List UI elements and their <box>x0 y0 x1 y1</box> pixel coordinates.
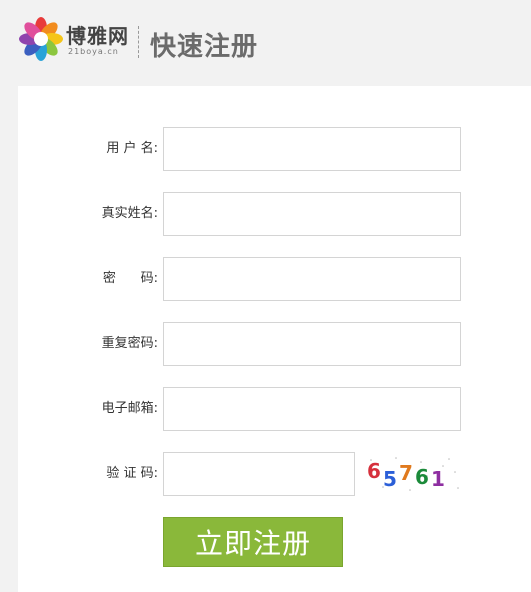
site-logo[interactable]: 博雅网 21boya.cn <box>18 16 130 61</box>
captcha-digit: 6 <box>415 465 429 489</box>
header-divider <box>138 26 140 58</box>
captcha-digit: 1 <box>431 467 445 491</box>
email-input[interactable] <box>163 387 461 431</box>
captcha-input[interactable] <box>163 452 355 496</box>
email-row: 电子邮箱: <box>18 387 531 431</box>
captcha-row: 验 证 码: 6 5 7 6 1 <box>18 452 531 496</box>
captcha-image[interactable]: 6 5 7 6 1 <box>363 454 463 494</box>
registration-form: 用 户 名: 真实姓名: 密 码: 重复密码: 电子邮箱: 验 证 码: 6 5… <box>18 86 531 592</box>
logo-domain: 21boya.cn <box>68 47 119 56</box>
confirm-password-label: 重复密码: <box>101 336 158 351</box>
logo-name: 博雅网 <box>66 24 129 48</box>
register-button[interactable]: 立即注册 <box>163 517 343 567</box>
flower-logo-icon <box>19 17 63 61</box>
username-input[interactable] <box>163 127 461 171</box>
realname-row: 真实姓名: <box>18 192 531 236</box>
password-input[interactable] <box>163 257 461 301</box>
password-row: 密 码: <box>18 257 531 301</box>
confirm-password-input[interactable] <box>163 322 461 366</box>
page-title: 快速注册 <box>150 32 259 62</box>
realname-input[interactable] <box>163 192 461 236</box>
page-header: 博雅网 21boya.cn 快速注册 <box>0 0 531 86</box>
captcha-digit: 7 <box>399 461 413 485</box>
captcha-label: 验 证 码: <box>106 466 158 481</box>
captcha-digit: 6 <box>367 459 381 483</box>
password-label: 密 码: <box>102 271 158 286</box>
confirm-password-row: 重复密码: <box>18 322 531 366</box>
email-label: 电子邮箱: <box>101 401 158 416</box>
username-label: 用 户 名: <box>106 141 158 156</box>
realname-label: 真实姓名: <box>101 206 158 221</box>
captcha-digit: 5 <box>383 467 397 491</box>
username-row: 用 户 名: <box>18 127 531 171</box>
